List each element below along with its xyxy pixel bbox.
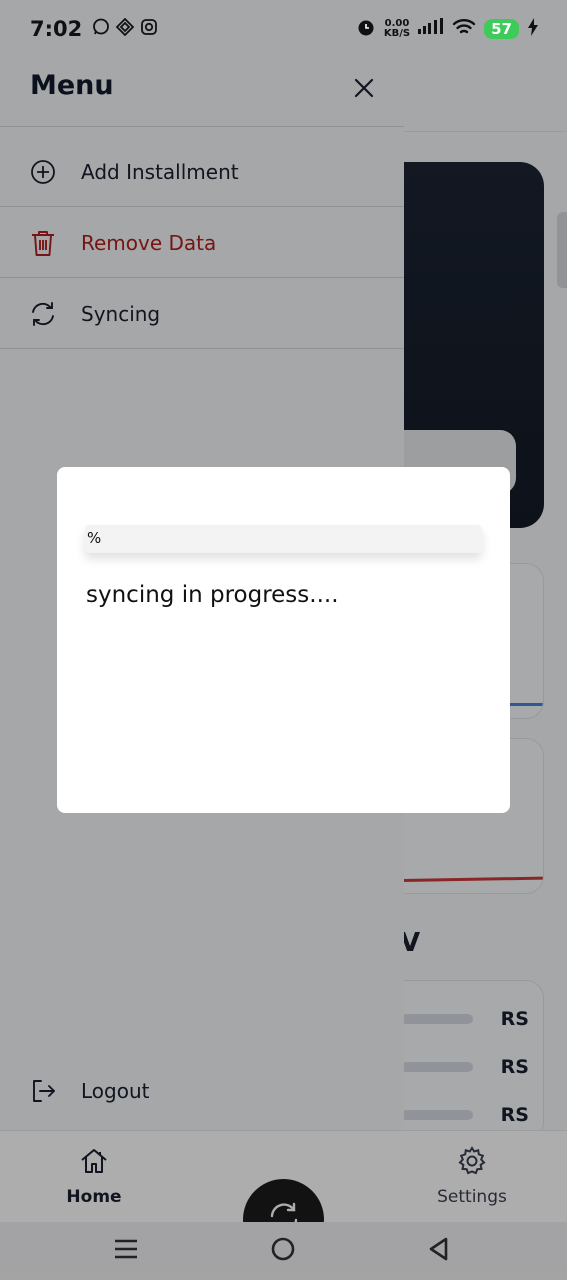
battery-level: 57 <box>484 19 519 39</box>
whatsapp-icon <box>92 18 110 40</box>
status-bar: 7:02 0.00 KB/S 57 <box>0 0 567 58</box>
sync-progress-dialog: % syncing in progress.... <box>57 467 510 813</box>
sync-status-message: syncing in progress.... <box>86 582 339 608</box>
wifi-icon <box>452 18 476 40</box>
instagram-icon <box>140 18 158 40</box>
app-icon <box>115 17 135 40</box>
net-speed: 0.00 KB/S <box>384 19 410 39</box>
sync-progress-percent: % <box>87 529 102 547</box>
status-time: 7:02 <box>30 17 83 41</box>
sync-progress-bar: % <box>85 525 482 553</box>
alarm-icon <box>356 17 376 41</box>
signal-icon <box>418 18 444 40</box>
net-speed-unit: KB/S <box>383 28 411 39</box>
charging-icon <box>527 18 539 40</box>
